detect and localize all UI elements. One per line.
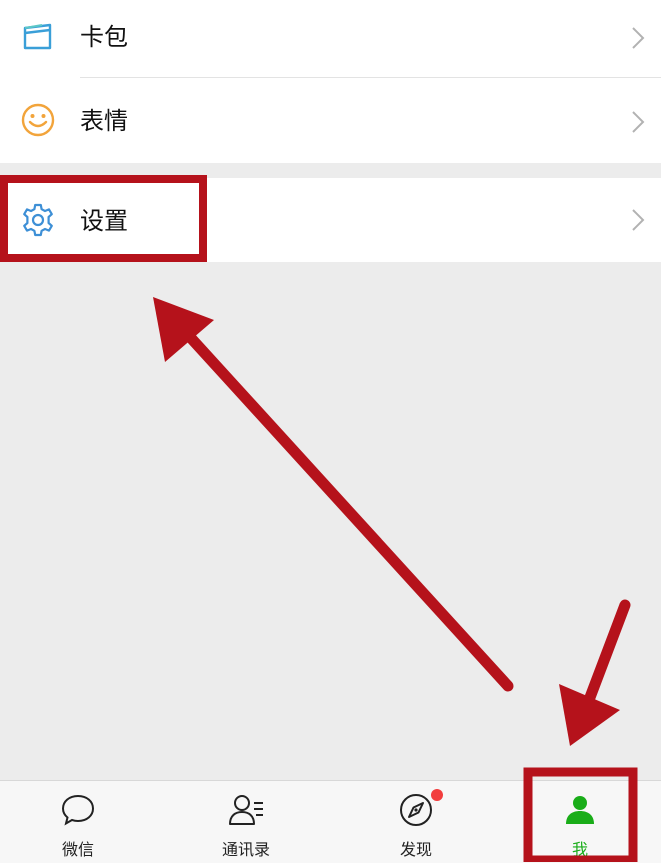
chevron-right-icon bbox=[632, 111, 645, 133]
menu-group-top: 卡包 表情 bbox=[0, 0, 661, 163]
notification-badge bbox=[431, 789, 443, 801]
me-icon bbox=[566, 796, 594, 824]
menu-item-label: 表情 bbox=[80, 107, 128, 135]
menu-group-settings: 设置 bbox=[0, 178, 661, 262]
contacts-icon bbox=[229, 795, 263, 825]
menu-item-label: 卡包 bbox=[80, 23, 128, 51]
arrow-head bbox=[153, 297, 214, 362]
tab-discover[interactable]: 发现 bbox=[356, 781, 476, 863]
bottom-tab-bar: 微信 通讯录 发现 我 bbox=[0, 780, 661, 863]
tab-label: 微信 bbox=[61, 840, 94, 859]
chevron-right-icon bbox=[632, 209, 645, 231]
tab-chats[interactable]: 微信 bbox=[18, 781, 138, 863]
menu-item-label: 设置 bbox=[80, 207, 128, 235]
tab-contacts[interactable]: 通讯录 bbox=[186, 781, 306, 863]
tab-me[interactable]: 我 bbox=[520, 781, 640, 863]
arrow-to-settings bbox=[174, 320, 514, 692]
gear-icon bbox=[23, 203, 53, 237]
arrow-to-me-tab bbox=[580, 599, 631, 714]
smiley-icon bbox=[21, 103, 55, 137]
chat-bubble-icon bbox=[61, 794, 95, 826]
arrow-head bbox=[559, 684, 620, 746]
card-wallet-icon bbox=[23, 23, 52, 50]
compass-icon bbox=[400, 794, 432, 826]
chevron-right-icon bbox=[632, 27, 645, 49]
tab-label: 发现 bbox=[399, 840, 432, 859]
tab-label: 我 bbox=[571, 840, 588, 859]
tab-label: 通讯录 bbox=[221, 840, 270, 859]
menu-item-settings[interactable]: 设置 bbox=[0, 178, 661, 262]
menu-item-card-wallet[interactable]: 卡包 bbox=[0, 0, 661, 77]
menu-item-stickers[interactable]: 表情 bbox=[0, 78, 661, 163]
